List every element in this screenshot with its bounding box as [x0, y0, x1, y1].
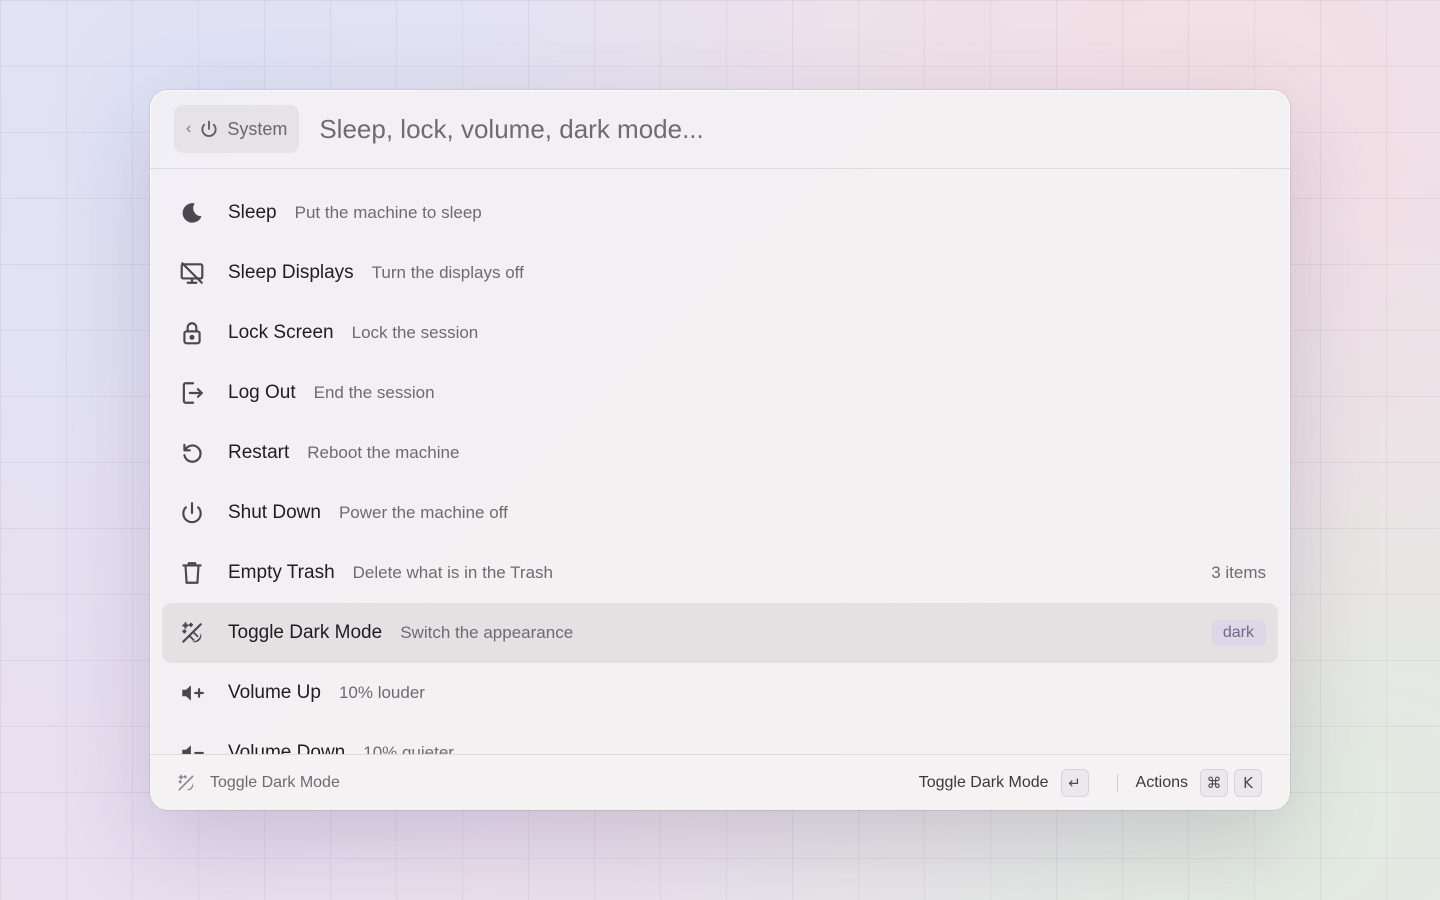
command-key-icon: ⌘ — [1200, 768, 1228, 797]
list-item-volume-down[interactable]: Volume Down 10% quieter — [162, 723, 1278, 755]
item-title: Sleep Displays — [228, 262, 354, 283]
item-subtitle: Turn the displays off — [371, 263, 524, 282]
footer-actions: Toggle Dark Mode ↵ Actions ⌘ K — [918, 768, 1262, 797]
power-icon — [201, 120, 217, 137]
list-item-sleep[interactable]: Sleep Put the machine to sleep — [162, 183, 1278, 243]
k-key: K — [1234, 768, 1262, 797]
results-list: Sleep Put the machine to sleep Sleep Dis… — [162, 183, 1278, 755]
return-key-icon: ↵ — [1060, 768, 1089, 797]
item-title: Toggle Dark Mode — [228, 622, 383, 643]
primary-action-label: Toggle Dark Mode — [918, 773, 1049, 791]
item-subtitle: End the session — [313, 383, 435, 402]
actions-button[interactable]: Actions ⌘ K — [1135, 768, 1262, 797]
item-title: Empty Trash — [228, 562, 335, 583]
item-subtitle: Switch the appearance — [400, 623, 574, 642]
item-subtitle: Power the machine off — [338, 503, 508, 522]
list-item-shut-down[interactable]: Shut Down Power the machine off — [162, 483, 1278, 543]
item-title: Shut Down — [228, 502, 321, 523]
actions-label: Actions — [1135, 773, 1188, 791]
lock-icon — [178, 319, 206, 347]
search-input[interactable] — [317, 112, 1022, 146]
item-title: Volume Up — [228, 682, 321, 703]
volume-down-icon — [178, 739, 206, 755]
primary-action-button[interactable]: Toggle Dark Mode ↵ — [918, 768, 1089, 797]
palette-header: ‹ System — [150, 90, 1290, 169]
item-title: Lock Screen — [228, 322, 334, 343]
action-bar: Toggle Dark Mode Toggle Dark Mode ↵ Acti… — [150, 754, 1290, 810]
command-palette-window: ‹ System Sleep Put the machine to sleep … — [150, 90, 1290, 810]
logout-icon — [178, 379, 206, 407]
display-off-icon — [178, 259, 206, 287]
selected-item-label: Toggle Dark Mode — [210, 773, 340, 791]
item-title: Log Out — [228, 382, 296, 403]
list-item-volume-up[interactable]: Volume Up 10% louder — [162, 663, 1278, 723]
volume-up-icon — [178, 679, 206, 707]
item-subtitle: Put the machine to sleep — [294, 203, 482, 222]
dark-mode-icon — [178, 774, 194, 790]
list-item-empty-trash[interactable]: Empty Trash Delete what is in the Trash … — [162, 543, 1278, 603]
chevron-left-icon: ‹ — [186, 120, 192, 137]
item-subtitle: Lock the session — [351, 323, 479, 342]
item-subtitle: 10% louder — [338, 683, 425, 702]
status-badge: dark — [1210, 620, 1266, 646]
list-item-lock-screen[interactable]: Lock Screen Lock the session — [162, 303, 1278, 363]
power-icon — [178, 499, 206, 527]
item-accessory-count: 3 items — [1211, 563, 1266, 582]
dark-mode-icon — [178, 619, 206, 647]
selected-item-indicator: Toggle Dark Mode — [176, 773, 340, 793]
list-item-log-out[interactable]: Log Out End the session — [162, 363, 1278, 423]
list-item-toggle-dark-mode[interactable]: Toggle Dark Mode Switch the appearance d… — [162, 603, 1278, 663]
item-title: Restart — [228, 442, 290, 463]
footer-divider — [1116, 773, 1118, 792]
restart-icon — [178, 439, 206, 467]
list-item-sleep-displays[interactable]: Sleep Displays Turn the displays off — [162, 243, 1278, 303]
breadcrumb-label: System — [227, 118, 288, 139]
trash-icon — [178, 559, 206, 587]
item-subtitle: Delete what is in the Trash — [352, 563, 553, 582]
breadcrumb-system[interactable]: ‹ System — [174, 105, 300, 153]
list-item-restart[interactable]: Restart Reboot the machine — [162, 423, 1278, 483]
moon-icon — [178, 199, 206, 227]
item-subtitle: Reboot the machine — [307, 443, 460, 462]
item-title: Sleep — [228, 202, 277, 223]
